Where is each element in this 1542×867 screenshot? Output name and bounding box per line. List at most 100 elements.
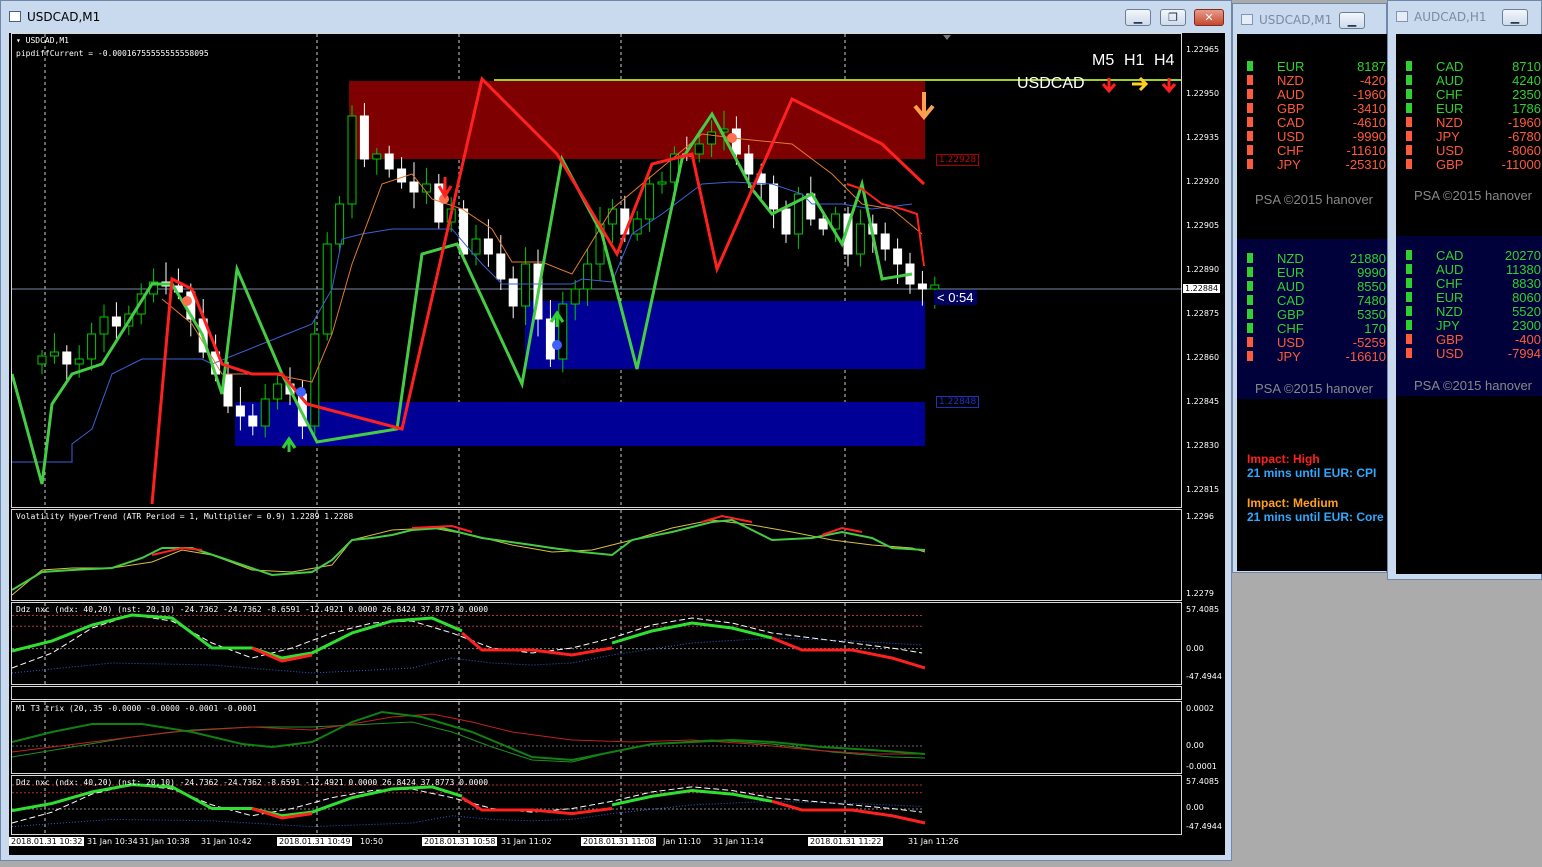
side-2-title-bar[interactable]: AUDCAD,H1 ▁ [1388, 1, 1541, 31]
currency-strength-row: EUR 9990 [1247, 265, 1388, 280]
price-chart-svg [12, 34, 1181, 507]
strength-indicator-icon [1406, 117, 1412, 127]
currency-value: -1960 [1507, 115, 1541, 130]
strength-indicator-icon [1406, 61, 1412, 71]
candle-body [657, 181, 667, 185]
side-2-psa-bottom: PSA ©2015 hanover [1414, 378, 1532, 393]
chart-shift-marker-icon [943, 35, 951, 40]
maximize-button[interactable]: ❐ [1160, 9, 1186, 26]
currency-code: JPY [1277, 157, 1301, 172]
t3trix-pane[interactable]: M1 T3 trix (20,.35 -0.0000 -0.0000 -0.00… [11, 701, 1182, 774]
side-1-strength-bottom: NZD 21880 EUR 9990 AUD 8550 CAD 7480 GBP 5350 CHF 1… [1237, 251, 1388, 381]
main-chart-window: USDCAD,M1 ▁ ❐ ✕ ▾ USDCAD,M1 pipdiffCurre… [0, 0, 1232, 861]
candle-body [372, 153, 382, 160]
currency-value: -400 [1514, 332, 1541, 347]
side-2-window-icon [1396, 11, 1408, 22]
candle-body [273, 383, 283, 400]
orange-dot-marker [727, 133, 737, 143]
time-axis-label: 2018.01.31 10:58 [422, 837, 498, 846]
currency-code: EUR [1277, 265, 1305, 280]
candle-body [483, 238, 493, 255]
candle-body [607, 208, 617, 225]
currency-value: -25310 [1345, 157, 1386, 172]
side-2-minimize-button[interactable]: ▁ [1502, 9, 1528, 26]
side-1-minimize-button[interactable]: ▁ [1339, 12, 1365, 29]
strength-indicator-icon [1406, 264, 1412, 274]
currency-value: 2300 [1512, 318, 1541, 333]
currency-value: 1786 [1512, 101, 1541, 116]
currency-value: 170 [1364, 321, 1386, 336]
currency-code: NZD [1436, 115, 1463, 130]
currency-code: CAD [1277, 293, 1305, 308]
hypertrend-pane[interactable]: Volatility HyperTrend (ATR Period = 1, M… [11, 509, 1182, 601]
t3trix-axis-bottom: -0.0001 [1186, 762, 1217, 771]
orange-dot-marker [182, 296, 192, 306]
minimize-button[interactable]: ▁ [1125, 9, 1151, 26]
empty-indicator-pane[interactable] [11, 686, 1182, 700]
ddz-2-axis-top: 57.4085 [1186, 777, 1220, 786]
pipdiff-label: pipdiffCurrent = -0.00016755555555558095 [16, 49, 209, 58]
price-axis[interactable]: 1.22965 1.22950 1.22935 1.22920 1.22905 1.228… [1182, 33, 1225, 508]
currency-value: 5520 [1512, 304, 1541, 319]
currency-value: 8710 [1512, 59, 1541, 74]
currency-code: AUD [1277, 87, 1305, 102]
currency-strength-row: NZD 5520 [1406, 304, 1542, 319]
candle-body [384, 153, 394, 170]
ddz-pane-2[interactable]: Ddz nxc (ndx: 40,20) (nst: 20,10) -24.73… [11, 775, 1182, 835]
currency-code: CHF [1277, 321, 1304, 336]
candle-body [397, 168, 407, 183]
tf-label-m5: M5 [1092, 52, 1115, 69]
restore-icon: ❐ [1168, 11, 1178, 24]
currency-strength-row: JPY 2300 [1406, 318, 1542, 333]
side-1-title: USDCAD,M1 [1259, 13, 1333, 27]
title-bar[interactable]: USDCAD,M1 ▁ ❐ ✕ [1, 1, 1231, 31]
strength-indicator-icon [1247, 337, 1253, 347]
currency-strength-row: JPY -25310 [1247, 157, 1388, 172]
strength-indicator-icon [1406, 250, 1412, 260]
hypertrend-name: Volatility HyperTrend (ATR Period = 1, M… [16, 512, 354, 521]
side-2-strength-top: CAD 8710 AUD 4240 CHF 2350 EUR 1786 NZD -1960 JPY -… [1396, 59, 1542, 199]
side-2-chart: CAD 8710 AUD 4240 CHF 2350 EUR 1786 NZD -1960 JPY -… [1396, 34, 1542, 574]
ddz-pane-1[interactable]: Ddz nxc (ndx: 40,20) (nst: 20,10) -24.73… [11, 602, 1182, 685]
strength-indicator-icon [1247, 89, 1253, 99]
side-1-title-bar[interactable]: USDCAD,M1 ▁ [1233, 4, 1386, 34]
candle-body [545, 318, 555, 360]
candle-body [744, 153, 754, 175]
tf-label-h4: H4 [1154, 52, 1175, 69]
strength-indicator-icon [1406, 348, 1412, 358]
candle-body [521, 263, 531, 307]
candle-body [347, 115, 357, 205]
currency-strength-row: CAD 7480 [1247, 293, 1388, 308]
price-pane[interactable]: ▾ USDCAD,M1 pipdiffCurrent = -0.00016755… [11, 33, 1182, 508]
currency-strength-row: NZD -420 [1247, 73, 1388, 88]
strength-indicator-icon [1247, 159, 1253, 169]
candle-body [409, 181, 419, 193]
currency-value: 8550 [1357, 279, 1386, 294]
strength-indicator-icon [1247, 61, 1253, 71]
currency-strength-row: JPY -16610 [1247, 349, 1388, 364]
currency-strength-row: USD -9990 [1247, 129, 1388, 144]
support-zone-upper [525, 301, 925, 369]
side-2-strength-bottom: CAD 20270 AUD 11380 CHF 8830 EUR 8060 NZD 5520 JPY… [1396, 248, 1542, 378]
candle-body [260, 398, 270, 427]
side-2-lower-panel: CAD 20270 AUD 11380 CHF 8830 EUR 8060 NZD 5520 JPY… [1396, 236, 1542, 396]
currency-strength-row: GBP 5350 [1247, 307, 1388, 322]
currency-code: EUR [1277, 59, 1305, 74]
strength-indicator-icon [1247, 295, 1253, 305]
candle-body [235, 405, 245, 417]
candle-body [496, 253, 506, 280]
news-detail-high: 21 mins until EUR: CPI [1247, 466, 1377, 480]
strength-indicator-icon [1406, 334, 1412, 344]
currency-value: -9990 [1352, 129, 1386, 144]
close-button[interactable]: ✕ [1194, 9, 1224, 26]
ddz-red-segment-2 [461, 631, 613, 657]
currency-code: GBP [1436, 332, 1464, 347]
side-window-audcad: AUDCAD,H1 ▁ CAD 8710 AUD 4240 CHF 2350 EUR 1786… [1387, 0, 1542, 580]
hypertrend-axis-bottom: 1.2279 [1186, 589, 1214, 598]
currency-code: AUD [1436, 73, 1464, 88]
price-axis-label: 1.22890 [1186, 265, 1220, 274]
currency-strength-row: CHF 8830 [1406, 276, 1542, 291]
candle-body [917, 283, 927, 290]
currency-code: NZD [1277, 73, 1304, 88]
t3trix-axis: 0.0002 0.00 -0.0001 [1182, 701, 1225, 774]
